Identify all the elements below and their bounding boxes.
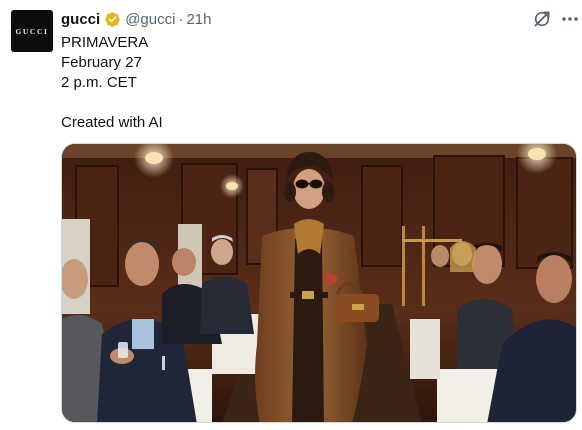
tweet-line-time: 2 p.m. CET — [61, 74, 137, 91]
avatar[interactable]: GUCCI — [11, 10, 53, 52]
tweet-line-date: February 27 — [61, 54, 142, 71]
restaurant-scene-illustration — [62, 144, 576, 422]
more-dots-icon[interactable] — [561, 11, 579, 27]
tweet-line-caption: Created with AI — [61, 114, 163, 131]
tweet-line-title: PRIMAVERA — [61, 34, 149, 51]
tweet-text: PRIMAVERA February 27 2 p.m. CET Created… — [61, 33, 566, 133]
tweet-card: GUCCI gucci @gucci · 21h PRIMAVERA Febru… — [0, 0, 582, 430]
verified-badge-icon[interactable] — [104, 11, 121, 28]
timestamp[interactable]: 21h — [186, 11, 211, 28]
display-name[interactable]: gucci — [61, 11, 100, 28]
grok-icon[interactable] — [532, 9, 552, 29]
separator-dot: · — [178, 10, 184, 28]
tweet-media-image[interactable] — [61, 143, 577, 423]
avatar-logo-text: GUCCI — [15, 26, 49, 36]
user-handle[interactable]: @gucci — [125, 11, 175, 28]
tweet-header: gucci @gucci · 21h — [61, 9, 211, 29]
